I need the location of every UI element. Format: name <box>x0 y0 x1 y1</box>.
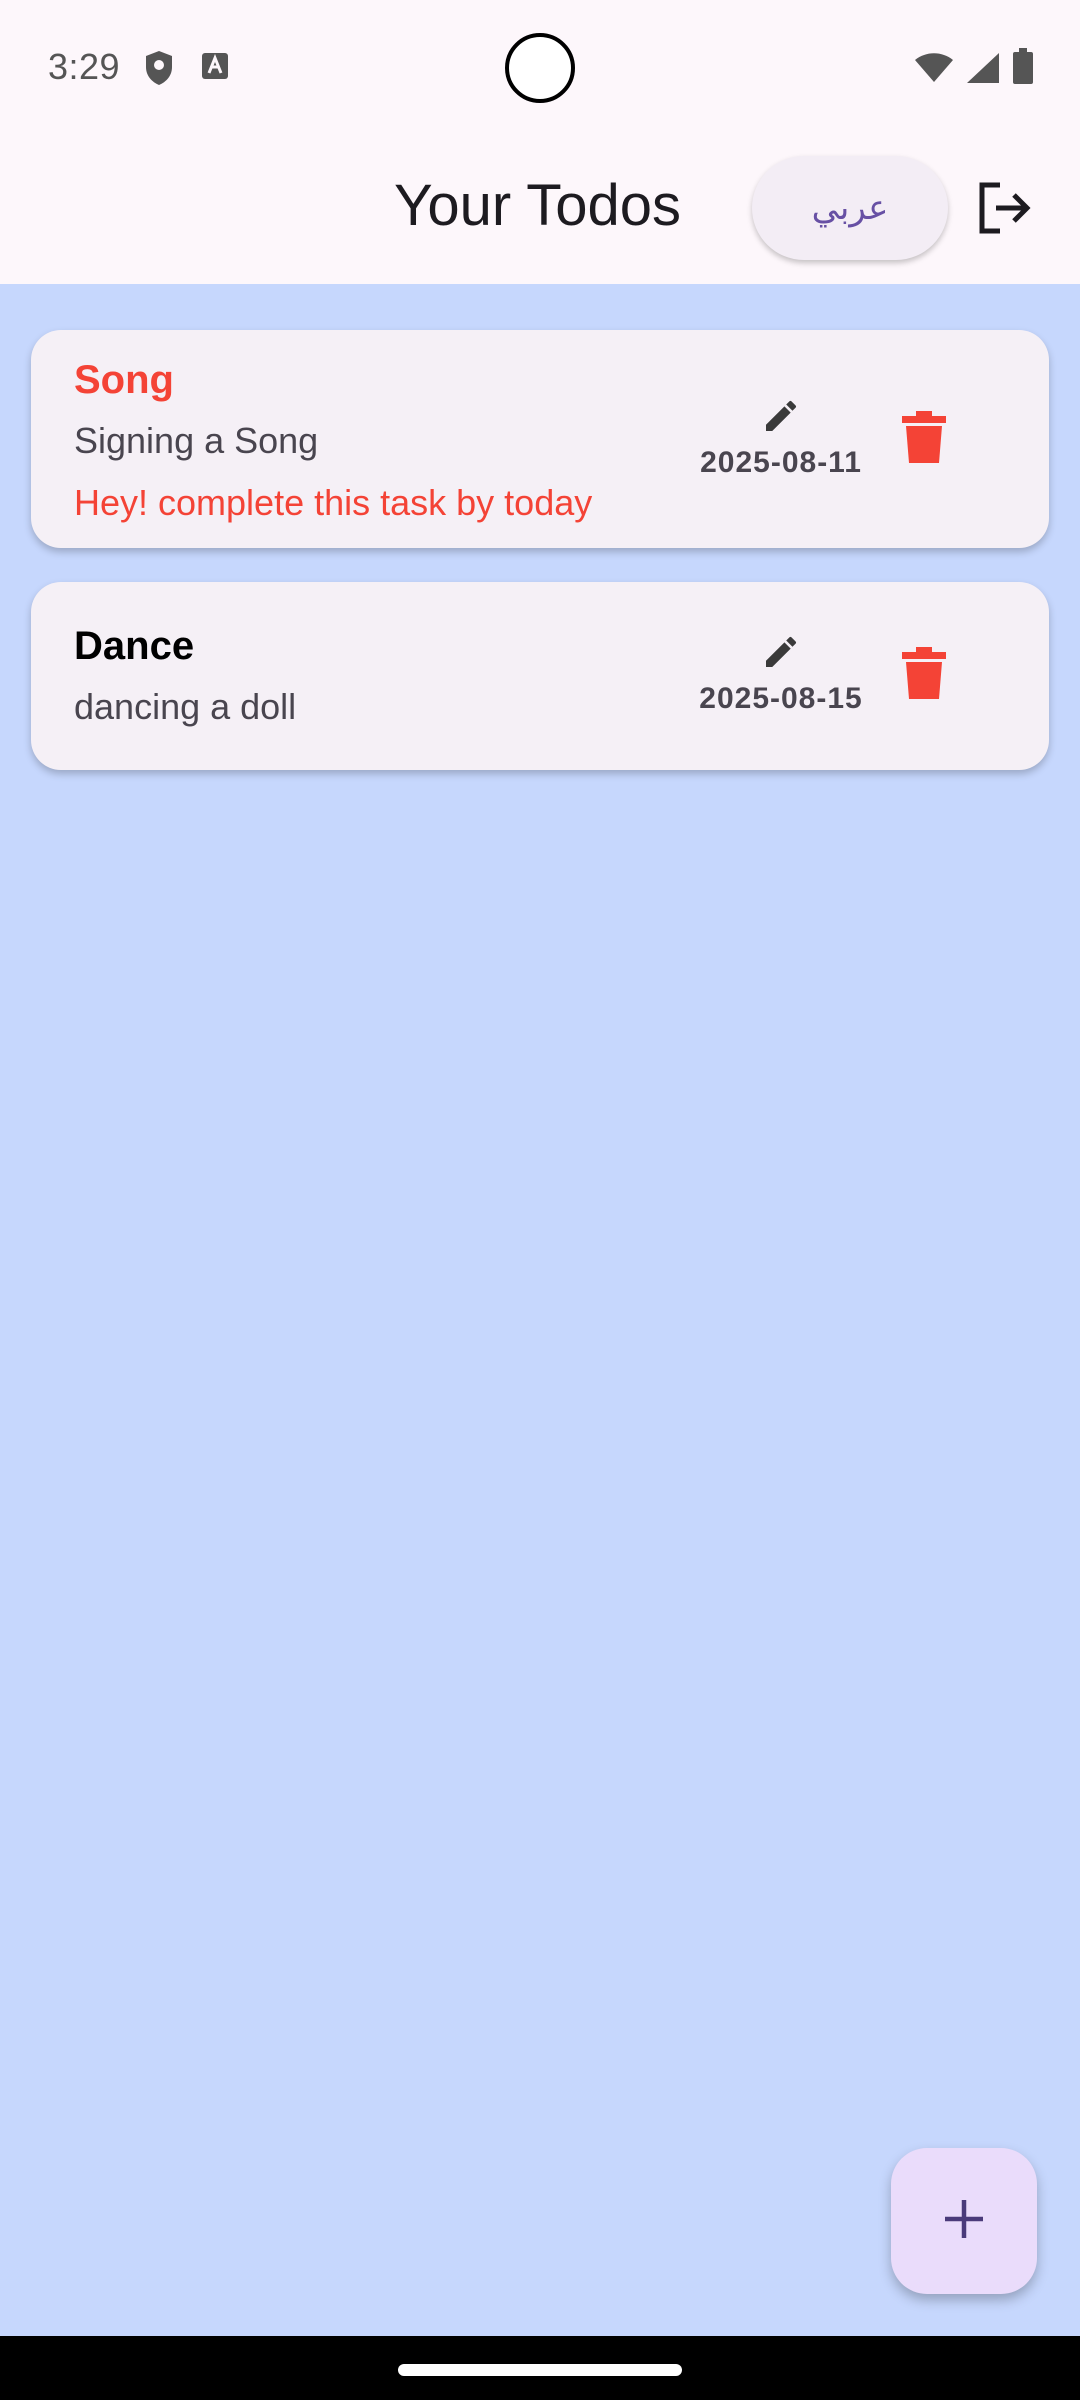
todo-title: Song <box>74 358 174 402</box>
delete-button[interactable] <box>889 640 959 710</box>
wifi-icon <box>914 52 954 89</box>
shield-icon <box>144 50 174 91</box>
home-gesture-handle[interactable] <box>398 2364 682 2376</box>
app-bar: Your Todos عربي <box>0 138 1080 284</box>
todo-description: Signing a Song <box>74 420 319 461</box>
todo-description: dancing a doll <box>74 686 297 727</box>
keyboard-icon <box>200 50 230 91</box>
navigation-bar <box>0 2336 1080 2400</box>
add-icon <box>942 2197 986 2246</box>
todo-date: 2025-08-15 <box>699 682 863 715</box>
trash-icon <box>902 410 946 468</box>
todo-due-warning: Hey! complete this task by today <box>74 482 593 523</box>
page-title: Your Todos <box>394 173 682 238</box>
edit-button[interactable] <box>753 626 809 682</box>
pencil-icon <box>761 632 801 677</box>
delete-button[interactable] <box>889 404 959 474</box>
trash-icon <box>902 646 946 704</box>
todo-title: Dance <box>74 624 195 668</box>
add-todo-button[interactable] <box>891 2148 1037 2294</box>
status-left-icons <box>144 50 230 91</box>
logout-button[interactable] <box>972 178 1036 242</box>
battery-icon <box>1012 48 1034 89</box>
status-time: 3:29 <box>48 46 121 87</box>
todo-card[interactable]: Song Signing a Song Hey! complete this t… <box>31 330 1049 548</box>
signal-icon <box>966 52 1000 89</box>
language-toggle-button[interactable]: عربي <box>752 156 948 260</box>
status-right-icons <box>914 48 1034 89</box>
logout-icon <box>976 181 1032 240</box>
camera-cutout <box>505 33 575 103</box>
edit-button[interactable] <box>753 390 809 446</box>
todo-card[interactable]: Dance dancing a doll 2025-08-15 <box>31 582 1049 770</box>
todo-date: 2025-08-11 <box>700 446 862 479</box>
pencil-icon <box>761 396 801 441</box>
status-bar: 3:29 <box>0 0 1080 138</box>
